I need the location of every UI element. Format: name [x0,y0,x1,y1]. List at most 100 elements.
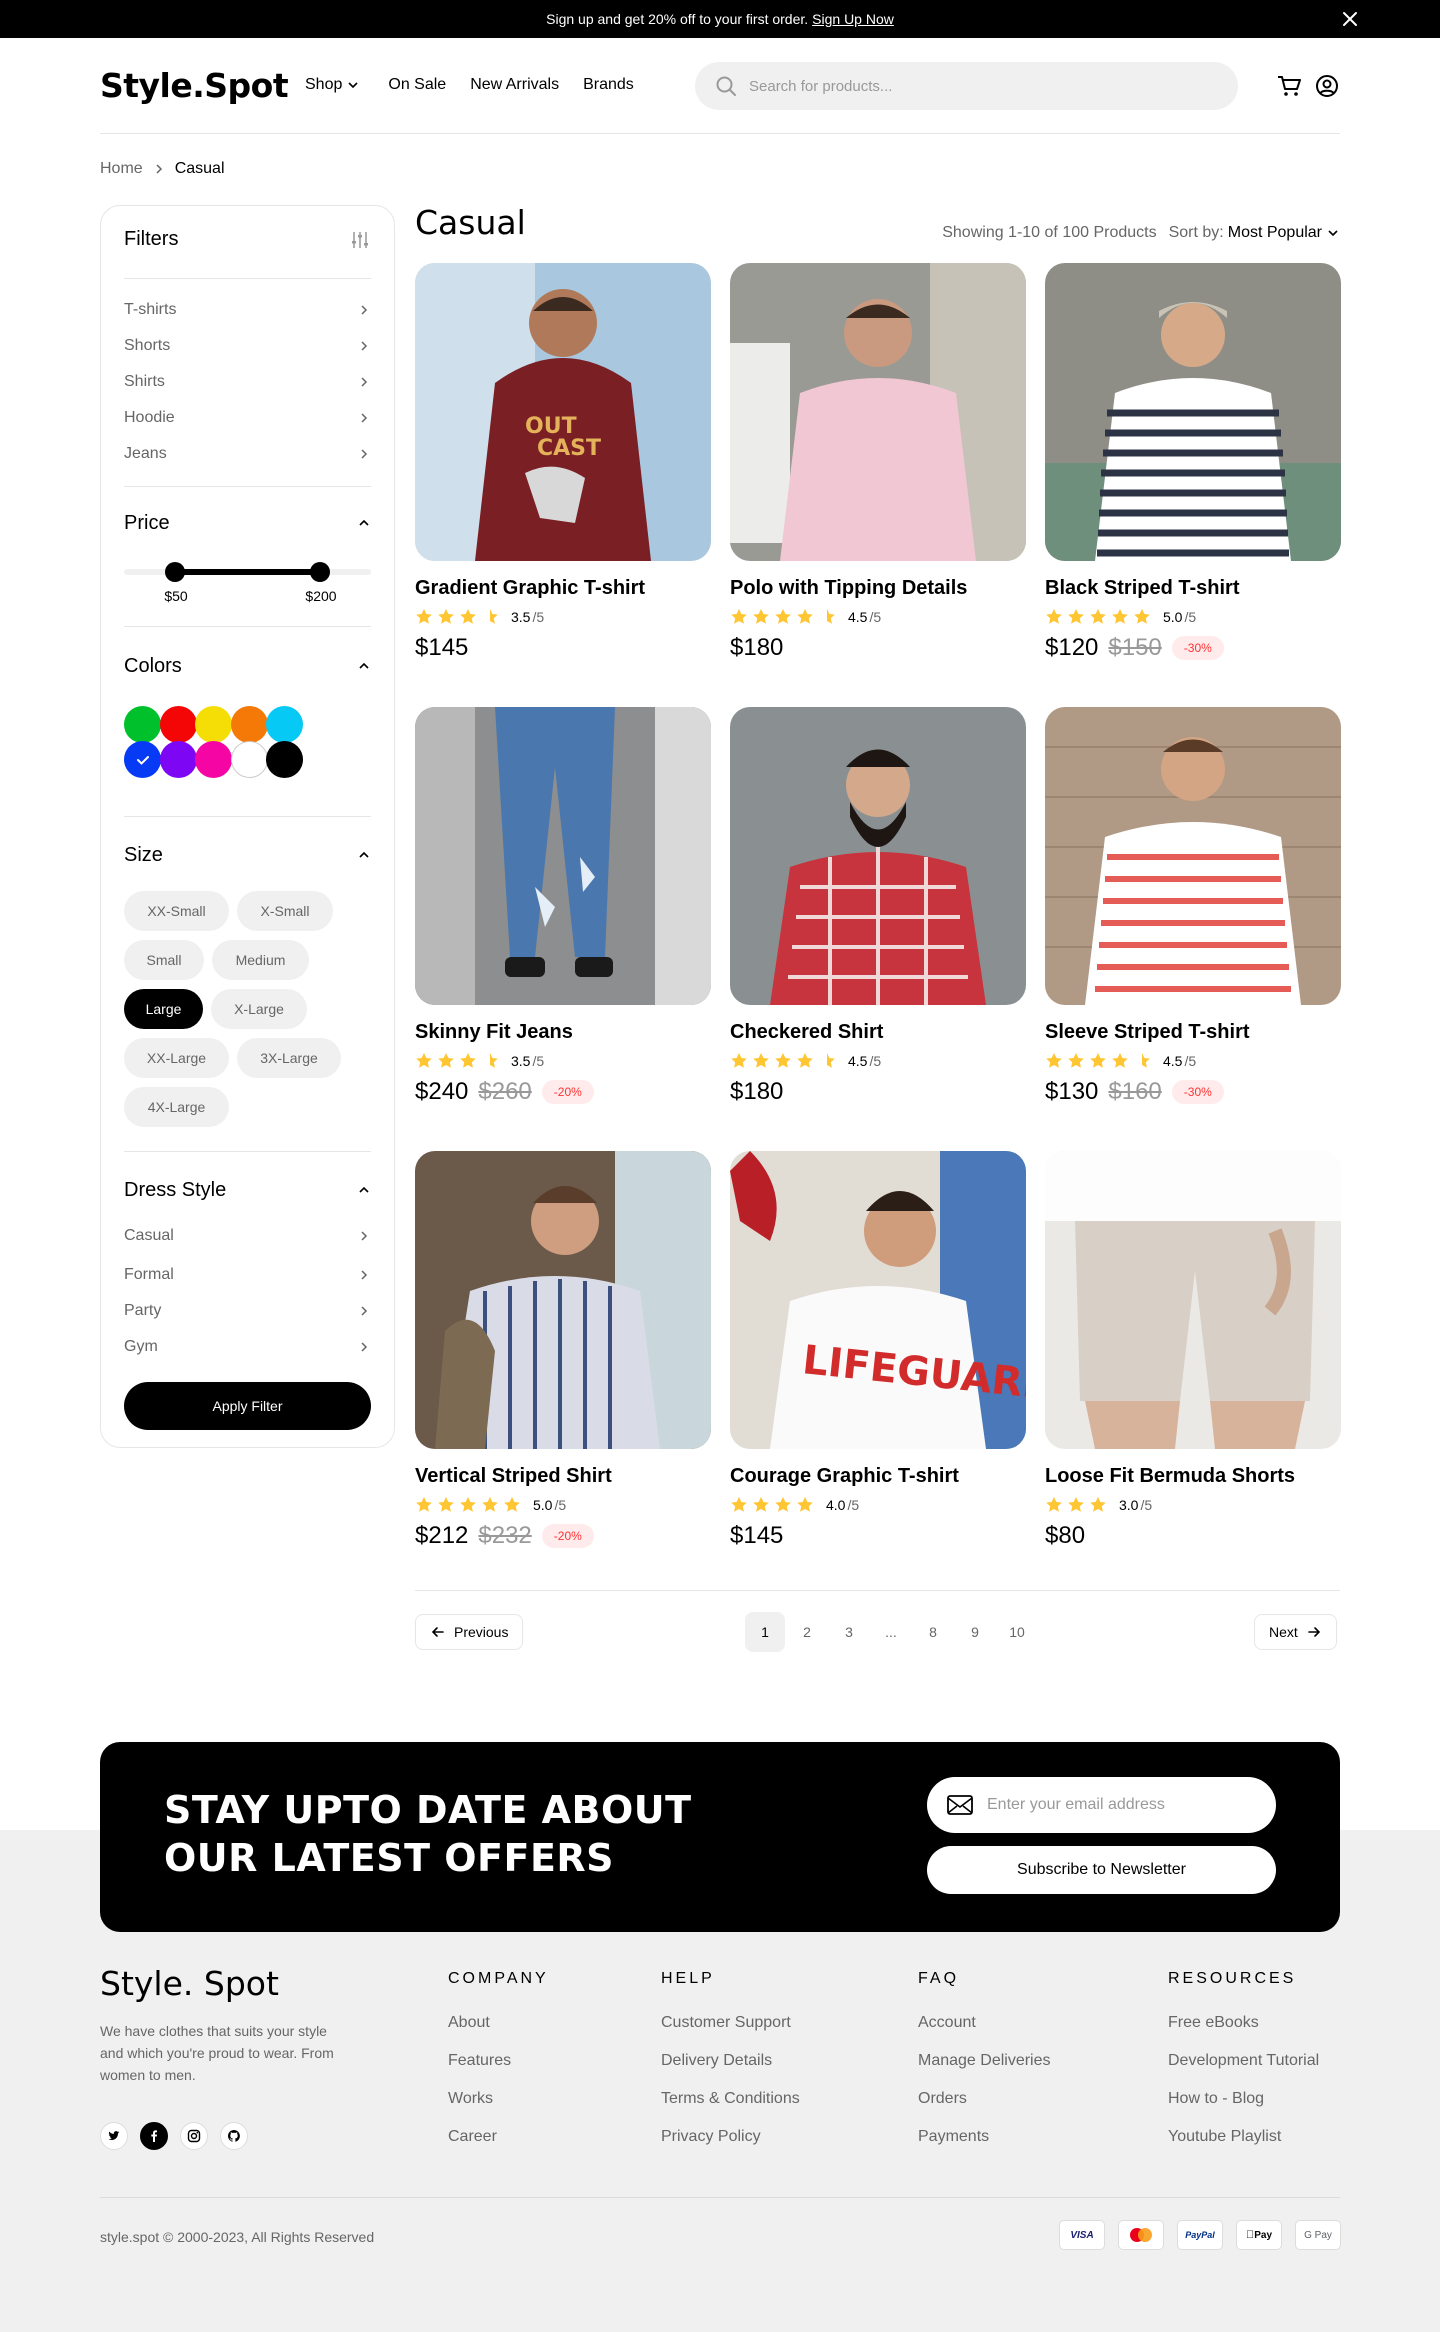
page-10[interactable]: 10 [997,1612,1037,1652]
color-swatch[interactable] [159,706,197,743]
footer-link[interactable]: Works [448,2090,549,2108]
cart-icon[interactable] [1276,73,1302,99]
subscribe-button[interactable]: Subscribe to Newsletter [927,1846,1276,1894]
product-image[interactable] [730,707,1026,1005]
sign-up-link[interactable]: Sign Up Now [812,11,894,27]
color-swatch[interactable] [124,706,161,743]
footer-link[interactable]: Career [448,2128,549,2146]
size-large[interactable]: Large [124,989,203,1029]
size-xx-large[interactable]: XX-Large [124,1038,229,1078]
chevron-up-icon[interactable] [357,659,371,673]
color-swatch[interactable] [266,706,303,743]
product-image[interactable] [1045,707,1341,1005]
breadcrumb-home[interactable]: Home [100,160,143,178]
category-shorts[interactable]: Shorts [124,337,371,355]
category-jeans[interactable]: Jeans [124,445,371,463]
color-swatch[interactable] [195,706,232,743]
footer-link[interactable]: Youtube Playlist [1168,2128,1319,2146]
price-max-handle[interactable] [310,562,330,582]
footer-link[interactable]: How to - Blog [1168,2090,1319,2108]
dress-style-casual[interactable]: Casual [124,1227,371,1245]
category-tshirts[interactable]: T-shirts [124,301,371,319]
product-name[interactable]: Gradient Graphic T-shirt [415,577,711,600]
size-xx-small[interactable]: XX-Small [124,891,229,931]
product-name[interactable]: Checkered Shirt [730,1021,1026,1044]
color-swatch[interactable] [195,741,232,778]
chevron-up-icon[interactable] [357,516,371,530]
apply-filter-button[interactable]: Apply Filter [124,1382,371,1430]
footer-link[interactable]: Delivery Details [661,2052,800,2070]
dress-style-formal[interactable]: Formal [124,1266,371,1284]
nav-shop[interactable]: Shop [305,76,360,94]
product-card[interactable]: OUT CAST Gradient Graphic T-shirt 3.5/5 $… [415,263,711,662]
size-small[interactable]: Small [124,940,204,980]
footer-link[interactable]: Payments [918,2128,1051,2146]
product-card[interactable]: Sleeve Striped T-shirt 4.5/5 $130 $160 -30… [1045,707,1341,1106]
github-icon[interactable] [220,2122,248,2150]
color-swatch[interactable] [230,741,268,778]
newsletter-email-input[interactable] [987,1796,1257,1814]
chevron-up-icon[interactable] [357,1183,371,1197]
product-name[interactable]: Vertical Striped Shirt [415,1465,711,1488]
twitter-icon[interactable] [100,2122,128,2150]
product-name[interactable]: Polo with Tipping Details [730,577,1026,600]
size-medium[interactable]: Medium [212,940,309,980]
account-icon[interactable] [1314,73,1340,99]
product-card[interactable]: Loose Fit Bermuda Shorts 3.0/5 $80 [1045,1151,1341,1550]
footer-link[interactable]: Account [918,2014,1051,2032]
product-image[interactable]: OUT CAST [415,263,711,561]
product-image[interactable] [415,1151,711,1449]
facebook-icon[interactable] [140,2122,168,2150]
footer-link[interactable]: Orders [918,2090,1051,2108]
color-swatch[interactable] [230,706,268,743]
footer-link[interactable]: Free eBooks [1168,2014,1319,2032]
category-shirts[interactable]: Shirts [124,373,371,391]
footer-link[interactable]: Customer Support [661,2014,800,2032]
footer-link[interactable]: Features [448,2052,549,2070]
size-4x-large[interactable]: 4X-Large [124,1087,229,1127]
product-card[interactable]: LIFEGUARD Courage Graphic T-shirt 4.0/5 … [730,1151,1026,1550]
sliders-icon[interactable] [350,230,370,250]
color-swatch[interactable] [124,741,161,778]
search-input[interactable] [749,77,1189,95]
product-card[interactable]: Vertical Striped Shirt 5.0/5 $212 $232 -20… [415,1151,711,1550]
product-card[interactable]: Black Striped T-shirt 5.0/5 $120 $150 -30% [1045,263,1341,662]
product-name[interactable]: Black Striped T-shirt [1045,577,1341,600]
size-x-large[interactable]: X-Large [211,989,307,1029]
search-bar[interactable] [695,62,1238,110]
product-name[interactable]: Skinny Fit Jeans [415,1021,711,1044]
chevron-up-icon[interactable] [357,848,371,862]
category-hoodie[interactable]: Hoodie [124,409,371,427]
newsletter-email-field[interactable] [927,1777,1276,1833]
product-name[interactable]: Sleeve Striped T-shirt [1045,1021,1341,1044]
instagram-icon[interactable] [180,2122,208,2150]
color-swatch[interactable] [266,741,303,778]
footer-link[interactable]: Development Tutorial [1168,2052,1319,2070]
dress-style-party[interactable]: Party [124,1302,371,1320]
product-card[interactable]: Skinny Fit Jeans 3.5/5 $240 $260 -20% [415,707,711,1106]
page-9[interactable]: 9 [955,1612,995,1652]
size-3x-large[interactable]: 3X-Large [237,1038,341,1078]
price-min-handle[interactable] [165,562,185,582]
size-x-small[interactable]: X-Small [237,891,333,931]
nav-on-sale[interactable]: On Sale [388,76,446,94]
sort-dropdown[interactable]: Most Popular [1228,224,1340,242]
site-logo[interactable]: Style.Spot [100,66,289,105]
nav-brands[interactable]: Brands [583,76,634,94]
next-button[interactable]: Next [1254,1614,1337,1650]
nav-new-arrivals[interactable]: New Arrivals [470,76,559,94]
footer-link[interactable]: Manage Deliveries [918,2052,1051,2070]
dress-style-gym[interactable]: Gym [124,1338,371,1356]
footer-link[interactable]: About [448,2014,549,2032]
previous-button[interactable]: Previous [415,1614,524,1650]
product-name[interactable]: Courage Graphic T-shirt [730,1465,1026,1488]
footer-logo[interactable]: Style. Spot [100,1964,279,2003]
product-card[interactable]: Polo with Tipping Details 4.5/5 $180 [730,263,1026,662]
page-3[interactable]: 3 [829,1612,869,1652]
page-2[interactable]: 2 [787,1612,827,1652]
product-image[interactable] [1045,1151,1341,1449]
product-card[interactable]: Checkered Shirt 4.5/5 $180 [730,707,1026,1106]
color-swatch[interactable] [159,741,197,778]
close-icon[interactable] [1340,9,1360,29]
page-8[interactable]: 8 [913,1612,953,1652]
